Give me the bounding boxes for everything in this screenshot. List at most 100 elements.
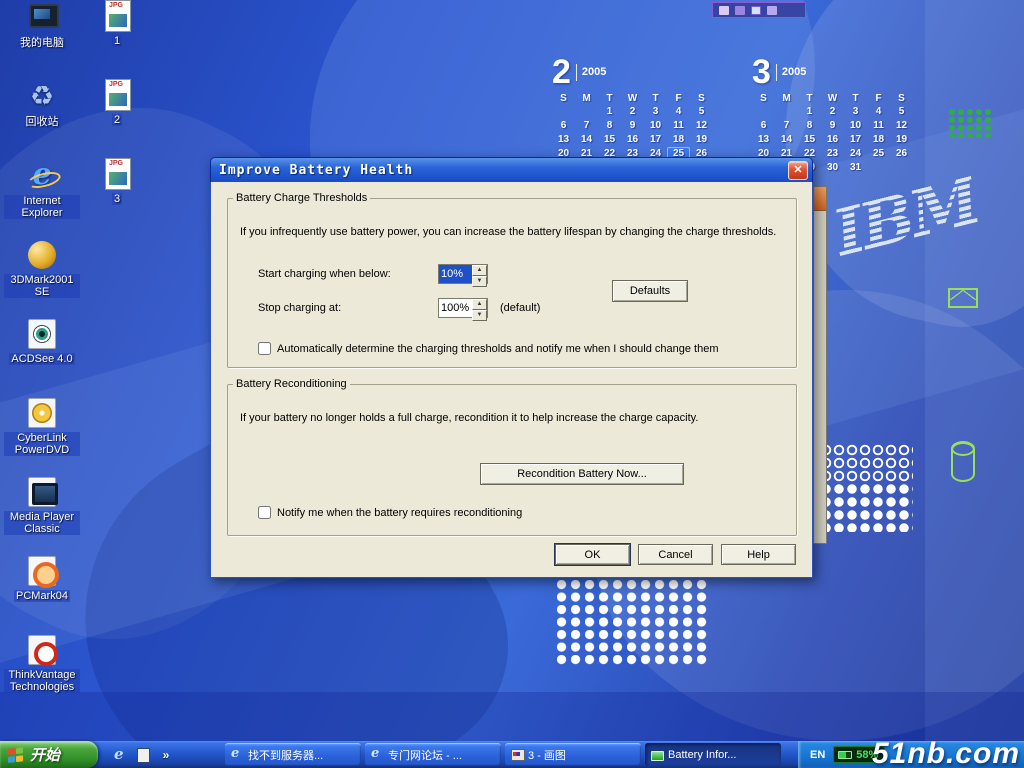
spinner-buttons: ▲ ▼ xyxy=(472,265,487,283)
desktop-icon[interactable]: Media Player Classic xyxy=(4,476,80,555)
notify-reconditioning-checkbox[interactable] xyxy=(258,506,271,519)
quicklaunch-app-icon[interactable] xyxy=(135,747,151,763)
help-button[interactable]: Help xyxy=(721,544,796,565)
calendar-divider xyxy=(776,64,777,81)
taskbar-window-button[interactable]: 找不到服务器... xyxy=(225,743,361,766)
calendar-day: 14 xyxy=(775,133,798,146)
stop-charging-spinner[interactable]: ▲ ▼ xyxy=(438,298,488,318)
desktop-icon-label: ThinkVantage Technologies xyxy=(4,669,80,693)
default-note: (default) xyxy=(500,302,540,314)
calendar-divider xyxy=(576,64,577,81)
auto-determine-checkbox-row[interactable]: Automatically determine the charging thr… xyxy=(258,342,718,355)
desktop-icon[interactable]: 3DMark2001 SE xyxy=(4,239,80,318)
start-charging-label: Start charging when below: xyxy=(258,268,391,280)
start-charging-input[interactable] xyxy=(439,265,472,283)
calendar-day: 5 xyxy=(890,105,913,118)
desktop-icon-label: CyberLink PowerDVD xyxy=(4,432,80,456)
desktop-icon[interactable]: PCMark04 xyxy=(4,555,80,634)
day-header: F xyxy=(667,92,690,105)
spinner-buttons: ▲ ▼ xyxy=(472,299,487,317)
month-number: 2 xyxy=(552,55,571,89)
start-button[interactable]: 开始 xyxy=(0,741,98,768)
calendar-day: 10 xyxy=(644,119,667,132)
stop-charging-input[interactable] xyxy=(439,299,472,317)
notify-reconditioning-checkbox-row[interactable]: Notify me when the battery requires reco… xyxy=(258,506,522,519)
calendar-day: 11 xyxy=(867,119,890,132)
desktop-icon[interactable]: 回收站 xyxy=(4,81,80,160)
spinner-down-icon[interactable]: ▼ xyxy=(472,310,487,321)
calendar-day: 3 xyxy=(644,105,667,118)
recondition-battery-button[interactable]: Recondition Battery Now... xyxy=(480,463,684,485)
dialog-button-row: OK Cancel Help xyxy=(555,544,796,565)
calendar-day: 4 xyxy=(867,105,890,118)
taskbar-window-button[interactable]: 专门网论坛 - ... xyxy=(365,743,501,766)
system-mini-toolbar[interactable] xyxy=(712,2,806,18)
desktop-icon-image xyxy=(100,0,134,32)
keypad-grid-icon xyxy=(948,108,992,138)
background-window-edge[interactable] xyxy=(813,186,827,544)
calendar-day: 6 xyxy=(552,119,575,132)
improve-battery-health-dialog: Improve Battery Health ✕ Battery Charge … xyxy=(210,157,813,578)
spinner-up-icon[interactable]: ▲ xyxy=(472,299,487,310)
watermark-51nb: 51nb.com xyxy=(872,737,1020,768)
desktop-screen: IBM 2 2005 SMTWTFS 123456789101112131415… xyxy=(0,0,1024,768)
desktop-icon-image xyxy=(25,2,59,34)
desktop-icons-column-2: 1 2 3 xyxy=(86,0,148,237)
desktop-icon[interactable]: Internet Explorer xyxy=(4,160,80,239)
calendar-day: 15 xyxy=(798,133,821,146)
calendar-day: 24 xyxy=(844,147,867,160)
desktop-icon-label: Internet Explorer xyxy=(4,195,80,219)
calendar-day: 2 xyxy=(821,105,844,118)
language-indicator[interactable]: EN xyxy=(810,749,825,761)
calendar-day: 23 xyxy=(821,147,844,160)
calendar-day: 1 xyxy=(798,105,821,118)
quicklaunch-expand-icon[interactable]: » xyxy=(158,747,174,763)
desktop-icon[interactable]: 我的电脑 xyxy=(4,2,80,81)
taskbar-window-icon xyxy=(230,747,244,762)
desktop-icon-label: Media Player Classic xyxy=(4,511,80,535)
start-button-label: 开始 xyxy=(30,744,60,765)
day-header: T xyxy=(598,92,621,105)
quicklaunch-ie-icon[interactable] xyxy=(112,747,128,763)
calendar-day: 16 xyxy=(621,133,644,146)
desktop-icons-column-1: 我的电脑 回收站 Internet Explorer 3DMark2001 SE… xyxy=(4,2,80,713)
spinner-down-icon[interactable]: ▼ xyxy=(472,276,487,287)
taskbar-window-button[interactable]: 3 - 画图 xyxy=(505,743,641,766)
taskbar-window-icon xyxy=(370,747,384,762)
spinner-up-icon[interactable]: ▲ xyxy=(472,265,487,276)
taskbar: 开始 » 找不到服务器... 专门网论坛 - ... 3 - 画图 Batter… xyxy=(0,741,1024,768)
desktop-icon[interactable]: CyberLink PowerDVD xyxy=(4,397,80,476)
toolbar-icon[interactable] xyxy=(767,6,777,15)
day-header: F xyxy=(867,92,890,105)
desktop-icon[interactable]: ACDSee 4.0 xyxy=(4,318,80,397)
desktop-icon[interactable]: 3 xyxy=(86,158,148,237)
toolbar-icon[interactable] xyxy=(719,6,729,15)
desktop-icon-label: PCMark04 xyxy=(14,590,70,602)
calendar-day: 18 xyxy=(667,133,690,146)
desktop-icon[interactable]: 2 xyxy=(86,79,148,158)
start-charging-spinner[interactable]: ▲ ▼ xyxy=(438,264,488,284)
calendar-day: 6 xyxy=(752,119,775,132)
calendar-month-header: 2 2005 xyxy=(552,54,713,90)
taskbar-window-button[interactable]: Battery Infor... xyxy=(645,743,781,766)
desktop-icon[interactable]: 1 xyxy=(86,0,148,79)
cancel-button[interactable]: Cancel xyxy=(638,544,713,565)
calendar-day: 17 xyxy=(844,133,867,146)
calendar-day: 2 xyxy=(621,105,644,118)
notify-reconditioning-checkbox-label: Notify me when the battery requires reco… xyxy=(277,507,522,519)
dialog-titlebar[interactable]: Improve Battery Health ✕ xyxy=(210,157,813,182)
desktop-icon[interactable]: ThinkVantage Technologies xyxy=(4,634,80,713)
windows-flag-icon xyxy=(8,747,25,763)
calendar-day: 13 xyxy=(752,133,775,146)
toolbar-icon[interactable] xyxy=(751,6,761,15)
day-header: W xyxy=(821,92,844,105)
calendar-day: 16 xyxy=(821,133,844,146)
calendar-day: 31 xyxy=(844,161,867,174)
ok-button[interactable]: OK xyxy=(555,544,630,565)
close-button[interactable]: ✕ xyxy=(788,161,808,180)
auto-determine-checkbox[interactable] xyxy=(258,342,271,355)
calendar-day: 12 xyxy=(690,119,713,132)
calendar-day: 19 xyxy=(890,133,913,146)
defaults-button[interactable]: Defaults xyxy=(612,280,688,302)
toolbar-icon[interactable] xyxy=(735,6,745,15)
